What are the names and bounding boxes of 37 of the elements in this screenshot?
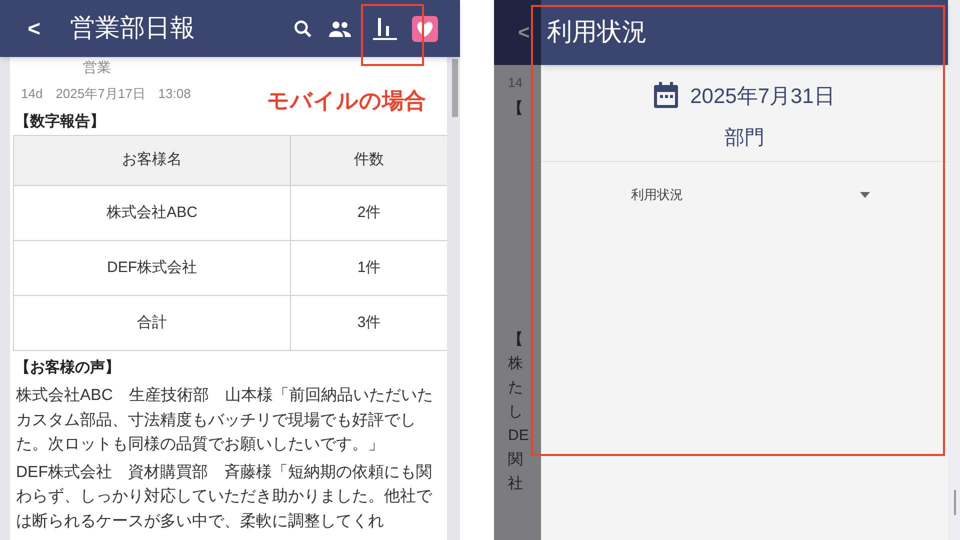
dimmed-text: 関	[508, 450, 523, 470]
post-meta: 14d 2025年7月17日 13:08	[21, 84, 191, 103]
callout-frame	[361, 4, 424, 66]
dimmed-text: 社	[508, 474, 523, 494]
scrollbar	[954, 490, 956, 515]
bar-chart-icon[interactable]	[372, 16, 398, 40]
annotation-label: モバイルの場合	[267, 87, 426, 115]
dimmed-text: 【	[508, 99, 523, 119]
status-dropdown[interactable]: 利用状況	[631, 182, 870, 208]
author-name: 営業	[83, 58, 112, 76]
drawer-title: 利用状況	[547, 16, 647, 48]
dimmed-text: た	[508, 378, 523, 398]
dimmed-text: 14	[508, 74, 522, 92]
calendar-icon	[654, 82, 678, 108]
heart-app-icon[interactable]	[412, 16, 438, 42]
date-label[interactable]: 2025年7月31日	[690, 81, 835, 112]
dimmed-text: 株	[508, 354, 523, 374]
search-icon[interactable]	[292, 18, 314, 40]
column-header: 件数	[290, 136, 447, 186]
people-icon[interactable]	[328, 18, 352, 38]
dimmed-text: DE	[508, 426, 529, 446]
paragraph: 株式会社ABC 生産技術部 山本様「前回納品いただいたカスタム部品、寸法精度もバッチリで現場でも好評でした。次ロットも同様の品質でお願いしたいです。」	[15, 386, 434, 455]
back-button[interactable]: <	[22, 12, 46, 45]
scrollbar	[452, 59, 458, 117]
paragraph: DEF株式会社 資材購買部 斉藤様「短納期の依頼にも関わらず、しっかり対応していただき助かりました。他社では断られるケースが多い中で、柔軟に調整してくれ	[15, 462, 434, 532]
table-cell: 合計	[14, 296, 290, 350]
caret-icon	[860, 192, 870, 198]
table-cell: 株式会社ABC	[14, 186, 290, 240]
section-heading: 【数字報告】	[15, 112, 106, 132]
section-heading: 【お客様の声】	[15, 358, 121, 378]
department-label: 部門	[724, 126, 766, 150]
column-header: お客様名	[14, 136, 290, 186]
dimmed-text: 【	[508, 330, 523, 350]
header-title: 営業部日報	[70, 12, 195, 44]
dimmed-text: し	[508, 402, 523, 422]
dimmed-back-label: <	[518, 20, 530, 46]
table-cell: DEF株式会社	[14, 240, 290, 296]
